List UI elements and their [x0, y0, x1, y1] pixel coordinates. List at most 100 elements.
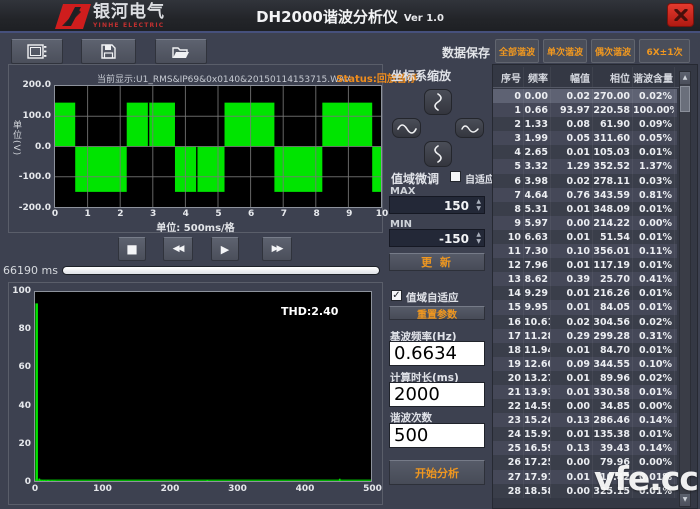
zoom-down-button[interactable]	[424, 141, 452, 167]
table-row[interactable]: 2315.260.13286.460.14%	[493, 413, 677, 427]
table-cell: 25	[495, 441, 524, 455]
scrollbar-thumb[interactable]	[680, 86, 690, 112]
min-spinner[interactable]: ▲▼	[476, 231, 481, 245]
axis-tick-label: 0	[41, 209, 69, 219]
table-row[interactable]: 106.630.0151.540.01%	[493, 230, 677, 244]
reset-params-button[interactable]: 重置参数	[389, 306, 485, 320]
table-row[interactable]: 53.321.29352.521.37%	[493, 159, 677, 173]
table-cell: 13.93	[524, 385, 551, 399]
table-cell: 2.65	[524, 145, 551, 159]
table-row[interactable]: 2516.590.1339.430.14%	[493, 441, 677, 455]
table-cell: 0.01	[551, 258, 593, 272]
table-scrollbar[interactable]: ▲ ▼	[679, 71, 691, 507]
min-input[interactable]: -150 ▲▼	[389, 229, 485, 247]
table-row[interactable]: 2113.930.01330.580.01%	[493, 385, 677, 399]
table-row[interactable]: 1711.280.29299.280.31%	[493, 329, 677, 343]
table-row[interactable]: 127.960.01117.190.01%	[493, 258, 677, 272]
table-row[interactable]: 10.6693.97220.58100.00%	[493, 103, 677, 117]
table-row[interactable]: 159.950.0184.050.01%	[493, 300, 677, 314]
table-cell: 6.63	[524, 230, 551, 244]
adaptive-checkbox[interactable]	[450, 171, 461, 182]
waveform-plot	[54, 85, 382, 208]
col-header-frequency[interactable]: 频率	[524, 67, 551, 87]
axis-tick-label: 40	[11, 401, 31, 411]
zoom-up-button[interactable]	[424, 89, 452, 115]
start-analysis-button[interactable]: 开始分析	[389, 460, 485, 485]
max-input[interactable]: 150 ▲▼	[389, 196, 485, 214]
fast-forward-button[interactable]: ▶▶	[262, 237, 292, 261]
stop-button[interactable]: ■	[118, 237, 146, 261]
harmonic-order-input[interactable]: 500	[389, 423, 485, 448]
calc-duration-input[interactable]: 2000	[389, 382, 485, 407]
table-row[interactable]: 74.640.76343.590.81%	[493, 188, 677, 202]
table-row[interactable]: 1912.600.09344.550.10%	[493, 357, 677, 371]
table-row[interactable]: 21.330.0861.900.09%	[493, 117, 677, 131]
table-row[interactable]: 85.310.01348.090.01%	[493, 202, 677, 216]
zoom-left-button[interactable]	[392, 118, 421, 138]
col-header-amplitude[interactable]: 幅值	[551, 67, 593, 87]
play-button[interactable]: ▶	[211, 237, 239, 261]
table-cell: 344.55	[593, 357, 633, 371]
table-row[interactable]: 95.970.00214.220.00%	[493, 216, 677, 230]
axis-tick-label: 9	[335, 209, 363, 219]
filter-even-harmonics-button[interactable]: 偶次谐波	[591, 39, 635, 63]
table-cell: 34.85	[593, 399, 633, 413]
playback-slider[interactable]	[62, 266, 380, 275]
table-row[interactable]: 2415.920.01135.380.01%	[493, 427, 677, 441]
report-button[interactable]	[11, 39, 63, 64]
axis-tick-label: 200.0	[13, 80, 51, 90]
table-cell: 84.05	[593, 300, 633, 314]
table-row[interactable]: 42.650.01105.030.01%	[493, 145, 677, 159]
save-button[interactable]	[81, 39, 136, 64]
table-cell: 9.95	[524, 300, 551, 314]
col-header-phase[interactable]: 相位	[593, 67, 633, 87]
zoom-right-button[interactable]	[455, 118, 484, 138]
max-spinner[interactable]: ▲▼	[476, 198, 481, 212]
fast-forward-icon: ▶▶	[272, 244, 283, 254]
filter-6x1-button[interactable]: 6X±1次	[639, 39, 690, 63]
table-cell: 0.00%	[633, 216, 675, 230]
table-cell: 5.31	[524, 202, 551, 216]
table-cell: 13.27	[524, 371, 551, 385]
table-cell: 7.96	[524, 258, 551, 272]
table-row[interactable]: 31.990.05311.600.05%	[493, 131, 677, 145]
waveform-panel: 当前显示:U1_RMS&IP69&0x0140&20150114153715.W…	[8, 64, 383, 233]
table-cell: 4	[495, 145, 524, 159]
table-row[interactable]: 1811.940.0184.700.01%	[493, 343, 677, 357]
rewind-button[interactable]: ◀◀	[163, 237, 193, 261]
table-cell: 11.28	[524, 329, 551, 343]
table-row[interactable]: 63.980.02278.110.03%	[493, 174, 677, 188]
col-header-harmonic-content[interactable]: 谐波含量	[633, 67, 675, 87]
table-row[interactable]: 2013.270.0189.960.02%	[493, 371, 677, 385]
title-bar: 银河电气 YINHE ELECTRIC DH2000谐波分析仪 Ver 1.0	[0, 0, 700, 33]
axis-tick-label: 80	[11, 324, 31, 334]
app-version: Ver 1.0	[404, 13, 444, 24]
update-button[interactable]: 更 新	[389, 253, 485, 271]
filter-odd-harmonics-button[interactable]: 单次谐波	[543, 39, 587, 63]
table-cell: 0.02%	[633, 89, 675, 103]
table-cell: 4.64	[524, 188, 551, 202]
table-cell: 0.01%	[633, 427, 675, 441]
table-cell: 0	[495, 89, 524, 103]
range-adaptive-checkbox[interactable]: ✓	[391, 290, 402, 301]
table-cell: 0.01%	[633, 145, 675, 159]
open-folder-button[interactable]	[155, 39, 207, 64]
scroll-up-icon[interactable]: ▲	[680, 72, 690, 84]
close-button[interactable]	[667, 3, 694, 27]
table-cell: 100.00%	[633, 103, 675, 117]
table-cell: 0.13	[551, 413, 593, 427]
table-cell: 24	[495, 427, 524, 441]
table-row[interactable]: 138.620.3925.700.41%	[493, 272, 677, 286]
table-cell: 304.56	[593, 315, 633, 329]
save-icon	[101, 44, 116, 59]
table-row[interactable]: 1610.610.02304.560.02%	[493, 315, 677, 329]
table-row[interactable]: 149.290.01216.260.01%	[493, 286, 677, 300]
table-row[interactable]: 00.000.02270.000.02%	[493, 89, 677, 103]
table-cell: 6	[495, 174, 524, 188]
fundamental-freq-input[interactable]: 0.6634	[389, 341, 485, 366]
axis-tick-label: 100	[89, 484, 117, 494]
table-row[interactable]: 2214.590.0034.850.00%	[493, 399, 677, 413]
filter-all-harmonics-button[interactable]: 全部谐波	[495, 39, 539, 63]
col-header-index[interactable]: 序号	[495, 67, 524, 87]
table-row[interactable]: 117.300.10356.010.11%	[493, 244, 677, 258]
